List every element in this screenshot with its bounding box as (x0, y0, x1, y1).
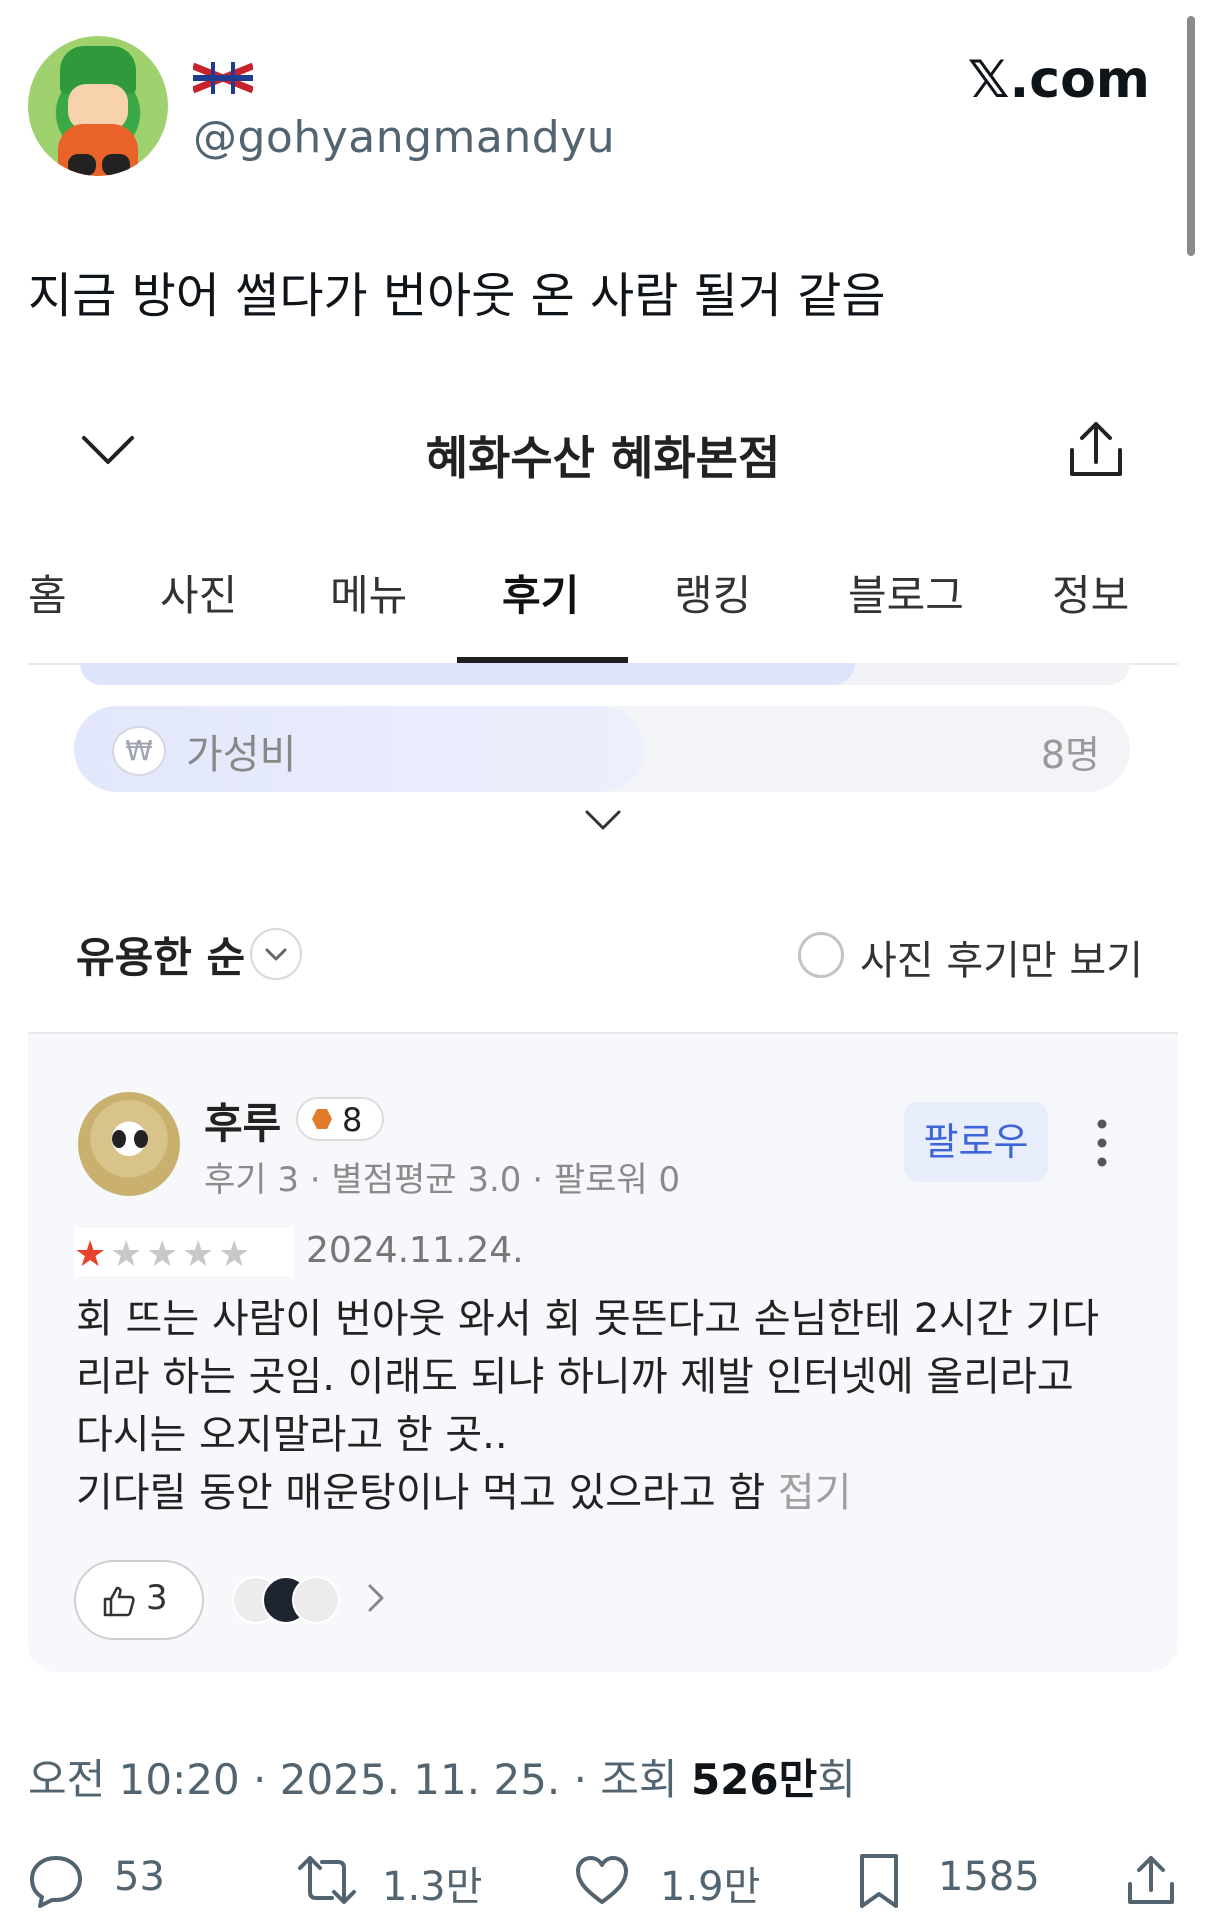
reply-button[interactable]: 53 (28, 1850, 168, 1910)
view-suffix: 회 (817, 1755, 856, 1804)
retweet-button[interactable]: 1.3만 (296, 1850, 482, 1910)
review-line: 기다릴 동안 매운탕이나 먹고 있으라고 함 (76, 1470, 778, 1516)
review-date: 2024.11.24. (306, 1230, 524, 1271)
tab-reviews[interactable]: 후기 (502, 562, 579, 623)
reactor-avatar (292, 1576, 340, 1624)
reactor-avatars[interactable] (232, 1576, 352, 1626)
keyword-bar-previous-fill (80, 663, 855, 685)
store-title: 혜화수산 혜화본점 (425, 431, 781, 485)
star-icon: ★ (218, 1234, 251, 1275)
reviewer-meta: 후기 3 · 별점평균 3.0 · 팔로워 0 (204, 1160, 681, 1200)
avatar-boot (68, 154, 96, 176)
retweet-icon (298, 1856, 356, 1904)
review-line: 회 뜨는 사람이 번아웃 와서 회 못뜬다고 손님한테 2시간 기다 (76, 1296, 1100, 1342)
review-body: 회 뜨는 사람이 번아웃 와서 회 못뜬다고 손님한테 2시간 기다 리라 하는… (76, 1290, 1116, 1522)
reviewer-level-badge: 8 (296, 1097, 384, 1141)
share-icon (1128, 1856, 1174, 1904)
expand-chevron-icon[interactable] (583, 806, 623, 834)
sort-chevron-icon[interactable] (250, 928, 302, 980)
avatar-eye (134, 1130, 148, 1148)
tab-ranking[interactable]: 랭킹 (674, 562, 751, 623)
share-button[interactable] (1124, 1850, 1180, 1910)
author-handle[interactable]: @gohyangmandyu (193, 112, 615, 163)
x-logo: 𝕏.com (967, 50, 1150, 110)
star-rating: ★ ★ ★ ★ ★ (74, 1228, 294, 1276)
star-icon: ★ (182, 1234, 215, 1275)
store-tabs: 홈 사진 메뉴 후기 랭킹 블로그 정보 (28, 562, 1178, 662)
tweet-text: 지금 방어 썰다가 번아웃 온 사람 될거 같음 (28, 268, 886, 324)
level-icon (312, 1109, 332, 1129)
active-tab-indicator (457, 657, 628, 663)
reviewer-avatar[interactable] (78, 1092, 180, 1196)
tab-menu[interactable]: 메뉴 (330, 562, 407, 623)
fold-link[interactable]: 접기 (778, 1470, 852, 1516)
tab-blog[interactable]: 블로그 (848, 562, 964, 623)
like-button[interactable]: 1.9만 (574, 1850, 760, 1910)
bookmark-count: 1585 (938, 1854, 1040, 1900)
retweet-count: 1.3만 (382, 1864, 483, 1910)
won-icon: ₩ (112, 726, 166, 776)
like-count: 1.9만 (660, 1864, 761, 1910)
tab-info[interactable]: 정보 (1052, 562, 1129, 623)
chevron-down-icon (265, 948, 287, 961)
flag-emoji-icon (193, 62, 253, 94)
tweet-actions: 53 1.3만 1.9만 1585 (28, 1850, 1178, 1910)
helpful-count: 3 (146, 1578, 168, 1618)
tab-home[interactable]: 홈 (28, 562, 67, 623)
avatar-eye (112, 1130, 126, 1148)
timestamp-text: 오전 10:20 · 2025. 11. 25. · 조회 (28, 1755, 691, 1804)
keyword-label: 가성비 (186, 732, 297, 778)
star-icon: ★ (110, 1234, 143, 1275)
reply-count: 53 (114, 1854, 165, 1900)
bookmark-button[interactable]: 1585 (854, 1850, 1044, 1910)
keyword-count: 8명 (1040, 733, 1100, 777)
reviewer-name[interactable]: 후루 (204, 1090, 281, 1151)
view-count: 526만 (690, 1755, 818, 1804)
review-line-last: 기다릴 동안 매운탕이나 먹고 있으라고 함 접기 (76, 1464, 1116, 1522)
more-options-icon[interactable] (1090, 1118, 1114, 1168)
chevron-right-icon[interactable] (366, 1582, 386, 1614)
heart-icon (576, 1856, 628, 1904)
avatar-boot (102, 154, 130, 176)
review-line: 리라 하는 곳임. 이래도 되냐 하니까 제발 인터넷에 올리라고 (76, 1354, 1074, 1400)
share-icon[interactable] (1064, 420, 1128, 480)
thumbs-up-icon (103, 1586, 135, 1617)
tab-photos[interactable]: 사진 (160, 562, 237, 623)
level-number: 8 (342, 1101, 363, 1139)
tweet-timestamp: 오전 10:20 · 2025. 11. 25. · 조회 526만회 (28, 1746, 856, 1807)
follow-button[interactable]: 팔로우 (904, 1102, 1048, 1182)
bookmark-icon (860, 1854, 898, 1908)
review-line: 다시는 오지말라고 한 곳.. (76, 1412, 508, 1458)
author-avatar[interactable] (28, 36, 168, 176)
photo-only-radio[interactable] (798, 932, 844, 978)
sort-dropdown-label[interactable]: 유용한 순 (76, 924, 245, 985)
star-icon: ★ (146, 1234, 179, 1275)
scrollbar[interactable] (1187, 16, 1195, 256)
reply-icon (30, 1856, 82, 1908)
star-icon: ★ (74, 1234, 107, 1275)
photo-only-label[interactable]: 사진 후기만 보기 (860, 928, 1143, 986)
helpful-button[interactable]: 3 (74, 1560, 204, 1640)
